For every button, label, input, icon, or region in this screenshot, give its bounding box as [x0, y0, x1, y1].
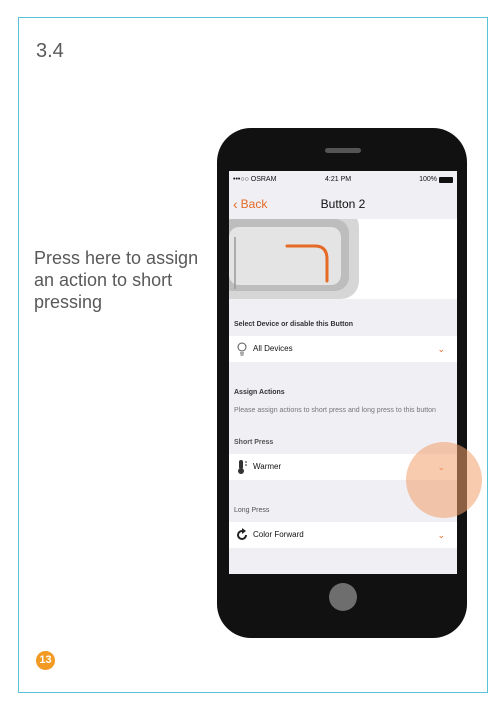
short-press-value: Warmer [253, 462, 282, 471]
rotate-icon [235, 528, 249, 542]
long-press-row[interactable]: Color Forward ⌄ [229, 522, 457, 548]
tap-highlight [406, 442, 482, 518]
instruction-text: Press here to assign an action to short … [34, 248, 199, 312]
chevron-down-icon: ⌄ [437, 344, 445, 354]
phone-device: •••○○ OSRAM 4:21 PM 100% ‹ Back Button 2 [217, 128, 467, 638]
chevron-down-icon: ⌄ [437, 530, 445, 540]
button-preview-image [229, 219, 457, 299]
navigation-bar: ‹ Back Button 2 [229, 189, 457, 219]
battery-icon [439, 176, 453, 183]
switch-illustration [229, 219, 359, 299]
section-number: 3.4 [36, 40, 64, 62]
long-press-value: Color Forward [253, 530, 304, 539]
page-title: Button 2 [320, 197, 366, 211]
app-screen: •••○○ OSRAM 4:21 PM 100% ‹ Back Button 2 [229, 171, 457, 574]
speaker-grille [325, 148, 361, 153]
device-select-row[interactable]: All Devices ⌄ [229, 336, 457, 362]
thermometer-icon [235, 460, 249, 474]
clock: 4:21 PM [325, 176, 352, 183]
home-button[interactable] [329, 583, 357, 611]
lightbulb-icon [235, 342, 249, 356]
status-bar: •••○○ OSRAM 4:21 PM 100% [229, 171, 457, 189]
battery-percent: 100% [419, 176, 437, 183]
battery-indicator: 100% [419, 176, 453, 183]
short-press-title: Short Press [234, 439, 274, 446]
device-value: All Devices [253, 344, 293, 353]
long-press-title: Long Press [234, 507, 270, 514]
assign-actions-title: Assign Actions [234, 389, 285, 396]
assign-actions-description: Please assign actions to short press and… [234, 407, 436, 414]
carrier-label: •••○○ OSRAM [233, 176, 277, 183]
page-badge: 13 [36, 651, 55, 670]
device-section-title: Select Device or disable this Button [234, 321, 354, 328]
